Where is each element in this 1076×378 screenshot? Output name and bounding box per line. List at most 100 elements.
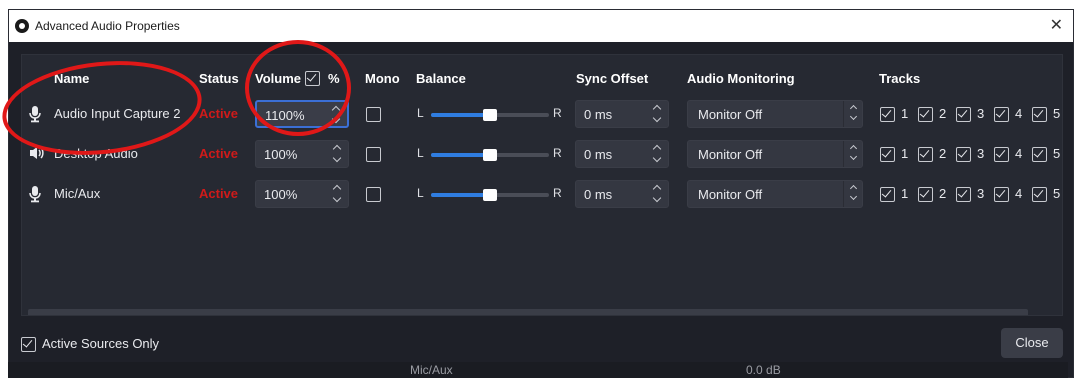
track-3-checkbox[interactable] bbox=[956, 107, 971, 122]
track-2-checkbox[interactable] bbox=[918, 107, 933, 122]
spin-arrows-icon[interactable] bbox=[331, 105, 341, 125]
track-5-label: 5 bbox=[1053, 186, 1061, 201]
track-5-checkbox[interactable] bbox=[1032, 107, 1047, 122]
balance-left-label: L bbox=[417, 146, 424, 160]
mono-checkbox[interactable] bbox=[366, 147, 381, 162]
background-mic-label: Mic/Aux bbox=[410, 363, 453, 377]
track-1-checkbox[interactable] bbox=[880, 187, 895, 202]
background-mixer-strip: Mic/Aux 0.0 dB bbox=[8, 362, 1068, 378]
advanced-audio-properties-dialog: Advanced Audio Properties ✕ Name Status … bbox=[8, 9, 1074, 378]
volume-value: 1100% bbox=[265, 108, 305, 123]
audio-monitoring-value: Monitor Off bbox=[698, 187, 763, 202]
select-arrows-icon[interactable] bbox=[848, 184, 858, 204]
title-bar: Advanced Audio Properties ✕ bbox=[9, 10, 1073, 42]
spin-arrows-icon[interactable] bbox=[652, 104, 662, 124]
balance-right-label: R bbox=[553, 106, 562, 120]
header-mono: Mono bbox=[365, 71, 400, 86]
balance-right-label: R bbox=[553, 186, 562, 200]
balance-slider[interactable] bbox=[431, 149, 549, 161]
microphone-icon bbox=[28, 185, 42, 203]
sync-offset-spinbox[interactable]: 0 ms bbox=[575, 180, 669, 208]
track-5-label: 5 bbox=[1053, 106, 1061, 121]
window-close-button[interactable]: ✕ bbox=[1050, 15, 1063, 35]
track-2-label: 2 bbox=[939, 146, 947, 161]
balance-slider-handle[interactable] bbox=[483, 189, 497, 201]
spin-arrows-icon[interactable] bbox=[652, 144, 662, 164]
track-3-label: 3 bbox=[977, 106, 985, 121]
active-sources-only-label: Active Sources Only bbox=[42, 336, 160, 351]
mono-checkbox[interactable] bbox=[366, 187, 381, 202]
status-active-label: Active bbox=[199, 186, 239, 201]
track-2-label: 2 bbox=[939, 106, 947, 121]
spin-arrows-icon[interactable] bbox=[332, 184, 342, 204]
volume-spinbox[interactable]: 1100% bbox=[255, 100, 349, 128]
audio-monitoring-select[interactable]: Monitor Off bbox=[687, 140, 863, 168]
header-volume-percent: % bbox=[328, 71, 340, 86]
status-active-label: Active bbox=[199, 146, 239, 161]
select-arrows-icon[interactable] bbox=[848, 104, 858, 124]
spin-arrows-icon[interactable] bbox=[332, 144, 342, 164]
track-4-label: 4 bbox=[1015, 106, 1023, 121]
balance-slider-fill bbox=[431, 153, 490, 157]
track-1-label: 1 bbox=[901, 146, 909, 161]
select-divider bbox=[843, 181, 844, 207]
audio-monitoring-select[interactable]: Monitor Off bbox=[687, 180, 863, 208]
sync-offset-spinbox[interactable]: 0 ms bbox=[575, 140, 669, 168]
track-5-checkbox[interactable] bbox=[1032, 187, 1047, 202]
close-button[interactable]: Close bbox=[1001, 328, 1063, 358]
track-3-checkbox[interactable] bbox=[956, 147, 971, 162]
header-tracks: Tracks bbox=[879, 71, 921, 86]
audio-sources-table: Name Status Volume % Mono Balance Sync O… bbox=[21, 54, 1063, 316]
volume-value: 100% bbox=[264, 147, 298, 162]
balance-slider-fill bbox=[431, 113, 490, 117]
track-2-label: 2 bbox=[939, 186, 947, 201]
track-3-label: 3 bbox=[977, 146, 985, 161]
audio-monitoring-select[interactable]: Monitor Off bbox=[687, 100, 863, 128]
track-1-label: 1 bbox=[901, 186, 909, 201]
track-5-label: 5 bbox=[1053, 146, 1061, 161]
balance-slider-handle[interactable] bbox=[483, 109, 497, 121]
header-name: Name bbox=[54, 71, 90, 86]
header-volume: Volume bbox=[255, 71, 301, 86]
source-name: Audio Input Capture 2 bbox=[54, 106, 181, 121]
volume-spinbox[interactable]: 100% bbox=[255, 180, 349, 208]
track-1-checkbox[interactable] bbox=[880, 147, 895, 162]
balance-slider-fill bbox=[431, 193, 490, 197]
speaker-icon bbox=[28, 145, 44, 163]
track-4-checkbox[interactable] bbox=[994, 147, 1009, 162]
sync-offset-spinbox[interactable]: 0 ms bbox=[575, 100, 669, 128]
track-2-checkbox[interactable] bbox=[918, 187, 933, 202]
track-1-checkbox[interactable] bbox=[880, 107, 895, 122]
track-4-checkbox[interactable] bbox=[994, 187, 1009, 202]
volume-spinbox[interactable]: 100% bbox=[255, 140, 349, 168]
horizontal-scrollbar[interactable] bbox=[28, 309, 1028, 315]
window-title: Advanced Audio Properties bbox=[35, 19, 180, 33]
microphone-icon bbox=[28, 105, 42, 123]
table-row: Audio Input Capture 2 Active 1100% L R 0… bbox=[22, 95, 1062, 135]
active-sources-only-checkbox[interactable] bbox=[21, 337, 36, 352]
sync-offset-value: 0 ms bbox=[584, 187, 613, 202]
track-4-checkbox[interactable] bbox=[994, 107, 1009, 122]
select-arrows-icon[interactable] bbox=[848, 144, 858, 164]
balance-left-label: L bbox=[417, 106, 424, 120]
balance-slider[interactable] bbox=[431, 189, 549, 201]
balance-right-label: R bbox=[553, 146, 562, 160]
obs-logo-icon bbox=[15, 19, 29, 33]
track-2-checkbox[interactable] bbox=[918, 147, 933, 162]
volume-percent-checkbox[interactable] bbox=[305, 71, 320, 86]
balance-slider[interactable] bbox=[431, 109, 549, 121]
spin-arrows-icon[interactable] bbox=[652, 184, 662, 204]
track-4-label: 4 bbox=[1015, 146, 1023, 161]
header-sync-offset: Sync Offset bbox=[576, 71, 649, 86]
background-db-label: 0.0 dB bbox=[746, 363, 781, 377]
header-audio-monitoring: Audio Monitoring bbox=[687, 71, 795, 86]
track-3-checkbox[interactable] bbox=[956, 187, 971, 202]
track-1-label: 1 bbox=[901, 106, 909, 121]
table-row: Mic/Aux Active 100% L R 0 ms Monitor Off… bbox=[22, 175, 1062, 215]
volume-value: 100% bbox=[264, 187, 298, 202]
track-3-label: 3 bbox=[977, 186, 985, 201]
balance-slider-handle[interactable] bbox=[483, 149, 497, 161]
sync-offset-value: 0 ms bbox=[584, 147, 613, 162]
track-5-checkbox[interactable] bbox=[1032, 147, 1047, 162]
mono-checkbox[interactable] bbox=[366, 107, 381, 122]
